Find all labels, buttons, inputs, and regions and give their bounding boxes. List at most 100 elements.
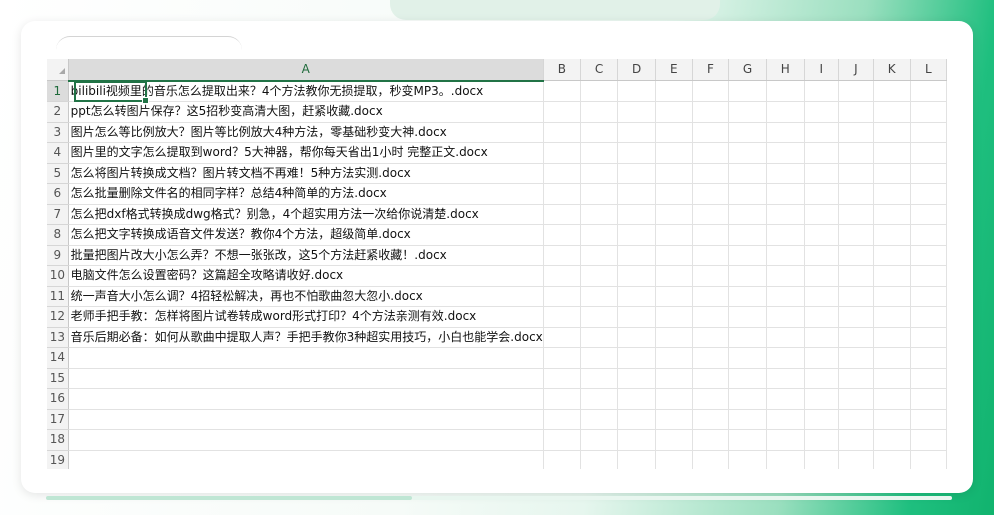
cell-b2[interactable] <box>543 101 581 123</box>
cell-e7[interactable] <box>655 204 693 225</box>
cell-f8[interactable] <box>692 224 730 246</box>
cell-j18[interactable] <box>838 429 874 451</box>
cell-c12[interactable] <box>580 306 619 328</box>
cell-e6[interactable] <box>655 183 693 205</box>
cell-i18[interactable] <box>804 429 840 451</box>
cell-f1[interactable] <box>692 80 730 102</box>
cell-a9[interactable]: 批量把图片改大小怎么弄？不想一张张改，这5个方法赶紧收藏！.docx <box>68 245 544 266</box>
cell-l15[interactable] <box>910 368 947 389</box>
cell-c9[interactable] <box>580 245 619 266</box>
cell-d10[interactable] <box>617 265 656 287</box>
cell-g18[interactable] <box>728 429 767 451</box>
cell-g5[interactable] <box>728 163 767 184</box>
cell-h12[interactable] <box>766 306 805 328</box>
cell-i10[interactable] <box>804 265 840 287</box>
cell-h1[interactable] <box>766 80 805 102</box>
cell-a8[interactable]: 怎么把文字转换成语音文件发送？教你4个方法，超级简单.docx <box>68 224 544 246</box>
cell-g9[interactable] <box>728 245 767 266</box>
cell-e13[interactable] <box>655 327 693 348</box>
cell-k6[interactable] <box>873 183 911 205</box>
cell-c13[interactable] <box>580 327 619 348</box>
column-header-l[interactable]: L <box>910 59 947 81</box>
cell-j12[interactable] <box>838 306 874 328</box>
cell-i3[interactable] <box>804 122 840 143</box>
cell-g13[interactable] <box>728 327 767 348</box>
cell-e2[interactable] <box>655 101 693 123</box>
cell-k8[interactable] <box>873 224 911 246</box>
cell-i7[interactable] <box>804 204 840 225</box>
cell-b15[interactable] <box>543 368 581 389</box>
cell-b16[interactable] <box>543 388 581 410</box>
cell-k19[interactable] <box>873 450 911 469</box>
cell-c10[interactable] <box>580 265 619 287</box>
cell-e12[interactable] <box>655 306 693 328</box>
cell-f5[interactable] <box>692 163 730 184</box>
cell-l11[interactable] <box>910 286 947 307</box>
cell-a12[interactable]: 老师手把手教：怎样将图片试卷转成word形式打印？4个方法亲测有效.docx <box>68 306 544 328</box>
cell-e8[interactable] <box>655 224 693 246</box>
row-header-17[interactable]: 17 <box>47 409 69 430</box>
cell-e9[interactable] <box>655 245 693 266</box>
cell-g11[interactable] <box>728 286 767 307</box>
cell-h11[interactable] <box>766 286 805 307</box>
cell-d7[interactable] <box>617 204 656 225</box>
cell-f9[interactable] <box>692 245 730 266</box>
cell-i9[interactable] <box>804 245 840 266</box>
column-header-g[interactable]: G <box>728 59 767 81</box>
cell-e16[interactable] <box>655 388 693 410</box>
cell-l17[interactable] <box>910 409 947 430</box>
row-header-14[interactable]: 14 <box>47 347 69 369</box>
cell-b3[interactable] <box>543 122 581 143</box>
cell-l4[interactable] <box>910 142 947 164</box>
column-header-e[interactable]: E <box>655 59 693 81</box>
cell-j10[interactable] <box>838 265 874 287</box>
cell-f4[interactable] <box>692 142 730 164</box>
cell-d1[interactable] <box>617 80 656 102</box>
cell-c2[interactable] <box>580 101 619 123</box>
cell-g7[interactable] <box>728 204 767 225</box>
cell-e1[interactable] <box>655 80 693 102</box>
cell-d13[interactable] <box>617 327 656 348</box>
cell-h17[interactable] <box>766 409 805 430</box>
cell-b12[interactable] <box>543 306 581 328</box>
cell-l2[interactable] <box>910 101 947 123</box>
cell-c14[interactable] <box>580 347 619 369</box>
cell-g12[interactable] <box>728 306 767 328</box>
cell-d15[interactable] <box>617 368 656 389</box>
cell-a4[interactable]: 图片里的文字怎么提取到word？5大神器，帮你每天省出1小时 完整正文.docx <box>68 142 544 164</box>
cell-j11[interactable] <box>838 286 874 307</box>
cell-b11[interactable] <box>543 286 581 307</box>
cell-e17[interactable] <box>655 409 693 430</box>
cell-b13[interactable] <box>543 327 581 348</box>
cell-g8[interactable] <box>728 224 767 246</box>
cell-j14[interactable] <box>838 347 874 369</box>
cell-k9[interactable] <box>873 245 911 266</box>
cell-k16[interactable] <box>873 388 911 410</box>
cell-a3[interactable]: 图片怎么等比例放大？图片等比例放大4种方法，零基础秒变大神.docx <box>68 122 544 143</box>
cell-f11[interactable] <box>692 286 730 307</box>
cell-f17[interactable] <box>692 409 730 430</box>
cell-j8[interactable] <box>838 224 874 246</box>
row-header-16[interactable]: 16 <box>47 388 69 410</box>
cell-l6[interactable] <box>910 183 947 205</box>
row-header-9[interactable]: 9 <box>47 245 69 266</box>
cell-a18[interactable] <box>68 429 544 451</box>
cell-k15[interactable] <box>873 368 911 389</box>
cell-a19[interactable] <box>68 450 544 469</box>
cell-c16[interactable] <box>580 388 619 410</box>
cell-g6[interactable] <box>728 183 767 205</box>
cell-c17[interactable] <box>580 409 619 430</box>
cell-b4[interactable] <box>543 142 581 164</box>
cell-e19[interactable] <box>655 450 693 469</box>
cell-a1[interactable]: bilibili视频里的音乐怎么提取出来？4个方法教你无损提取，秒变MP3。.d… <box>68 80 544 102</box>
cell-l12[interactable] <box>910 306 947 328</box>
cell-l1[interactable] <box>910 80 947 102</box>
cell-i15[interactable] <box>804 368 840 389</box>
cell-e3[interactable] <box>655 122 693 143</box>
cell-k17[interactable] <box>873 409 911 430</box>
cell-f16[interactable] <box>692 388 730 410</box>
cell-g17[interactable] <box>728 409 767 430</box>
cell-c1[interactable] <box>580 80 619 102</box>
cell-a6[interactable]: 怎么批量删除文件名的相同字样？总结4种简单的方法.docx <box>68 183 544 205</box>
cell-f2[interactable] <box>692 101 730 123</box>
